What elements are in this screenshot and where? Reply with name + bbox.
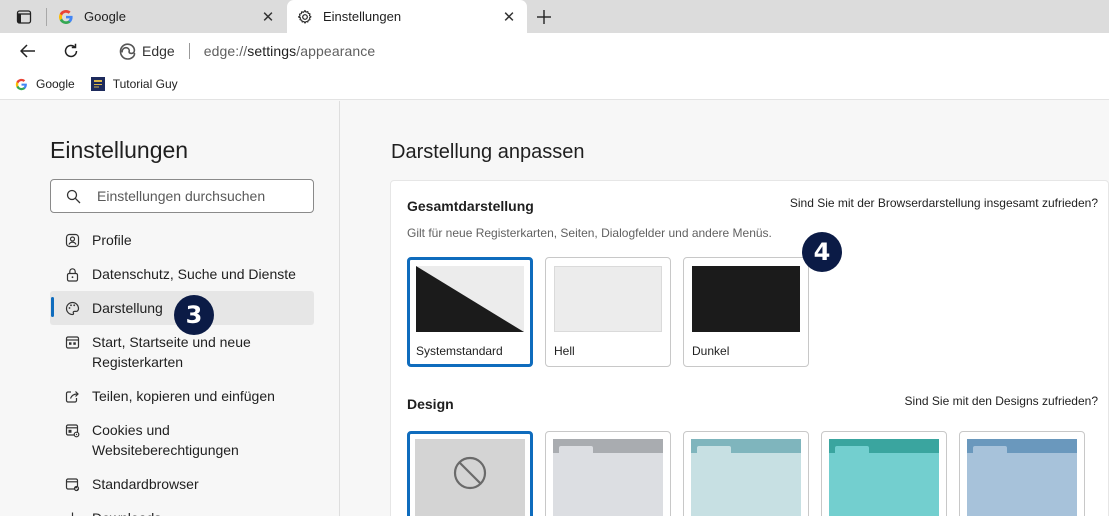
sidebar-item-share[interactable]: Teilen, kopieren und einfügen xyxy=(50,379,314,413)
url-text: edge://settings/appearance xyxy=(204,43,376,59)
address-separator xyxy=(188,43,190,59)
close-tab-icon[interactable]: ✕ xyxy=(497,5,521,29)
sidebar-item-label: Start, Startseite und neue Registerkarte… xyxy=(92,334,251,370)
overall-feedback-link[interactable]: Sind Sie mit der Browserdarstellung insg… xyxy=(790,196,1098,210)
google-g-icon xyxy=(58,9,74,25)
tab-strip: Google ✕ Einstellungen ✕ xyxy=(0,0,1109,33)
design-title: Design xyxy=(407,396,454,412)
sidebar-item-default-browser[interactable]: Standardbrowser xyxy=(50,467,314,501)
search-input[interactable] xyxy=(97,188,297,204)
teal-design-preview xyxy=(829,439,939,516)
toolbar: Edge edge://settings/appearance xyxy=(0,33,1109,69)
theme-option-light[interactable]: Hell xyxy=(545,257,671,367)
sidebar-item-label: Datenschutz, Suche und Dienste xyxy=(92,266,296,282)
no-entry-icon xyxy=(453,456,487,490)
sidebar-item-cookies[interactable]: Cookies und Websiteberechtigungen xyxy=(50,413,314,467)
address-bar[interactable]: Edge edge://settings/appearance xyxy=(100,36,1109,66)
design-option-blue[interactable] xyxy=(959,431,1085,516)
reload-button[interactable] xyxy=(57,37,85,65)
settings-nav: Profile Datenschutz, Suche und Dienste D… xyxy=(50,223,314,516)
overall-appearance-title: Gesamtdarstellung xyxy=(407,198,534,214)
dark-theme-preview xyxy=(692,266,800,332)
bookmarks-bar: Google Tutorial Guy xyxy=(0,69,1109,100)
sidebar-item-label: Standardbrowser xyxy=(92,476,199,492)
theme-option-label: Systemstandard xyxy=(416,344,503,358)
default-browser-icon xyxy=(64,476,80,492)
url-highlight: settings xyxy=(247,43,297,59)
design-feedback-link[interactable]: Sind Sie mit den Designs zufrieden? xyxy=(905,394,1098,408)
settings-search[interactable] xyxy=(50,179,314,213)
back-arrow-icon xyxy=(20,44,35,58)
design-option-grey[interactable] xyxy=(545,431,671,516)
bookmark-label: Google xyxy=(36,77,75,91)
system-theme-preview xyxy=(416,266,524,332)
tutorial-guy-icon xyxy=(90,77,105,91)
no-design-preview xyxy=(415,439,525,516)
download-icon xyxy=(64,510,80,516)
sidebar-item-start[interactable]: Start, Startseite und neue Registerkarte… xyxy=(50,325,314,379)
gear-icon xyxy=(297,9,313,25)
light-theme-preview xyxy=(554,266,662,332)
theme-option-label: Hell xyxy=(554,344,575,358)
cookies-icon xyxy=(64,422,80,438)
design-option-teal[interactable] xyxy=(821,431,947,516)
sidebar-item-privacy[interactable]: Datenschutz, Suche und Dienste xyxy=(50,257,314,291)
tab-einstellungen[interactable]: Einstellungen ✕ xyxy=(287,0,527,33)
tab-separator xyxy=(46,8,47,26)
reload-icon xyxy=(64,43,78,58)
tab-title: Google xyxy=(84,9,126,24)
theme-option-label: Dunkel xyxy=(692,344,730,358)
sidebar-item-label: Profile xyxy=(92,232,132,248)
step-badge-3: 3 xyxy=(174,295,214,335)
sidebar-item-label: Downloads xyxy=(92,508,161,516)
theme-option-dark[interactable]: Dunkel xyxy=(683,257,809,367)
sidebar-item-label: Cookies und Websiteberechtigungen xyxy=(92,422,239,458)
start-page-icon xyxy=(64,334,80,350)
search-icon xyxy=(65,188,81,204)
grey-design-preview xyxy=(553,439,663,516)
edge-label: Edge xyxy=(142,43,175,59)
plus-icon xyxy=(537,10,551,24)
settings-sidebar: Einstellungen Profile Datenschutz, Suche… xyxy=(0,101,340,516)
close-tab-icon[interactable]: ✕ xyxy=(256,5,280,29)
design-option-none[interactable] xyxy=(407,431,533,516)
profile-icon xyxy=(64,232,80,248)
sidebar-item-downloads[interactable]: Downloads xyxy=(50,501,314,516)
lock-icon xyxy=(64,266,80,282)
url-suffix: /appearance xyxy=(296,43,376,59)
tab-google[interactable]: Google ✕ xyxy=(48,0,286,33)
sidebar-item-profile[interactable]: Profile xyxy=(50,223,314,257)
sidebar-item-label: Darstellung xyxy=(92,300,163,316)
bookmark-google[interactable]: Google xyxy=(6,72,83,96)
palette-icon xyxy=(64,300,80,316)
appearance-card: Gesamtdarstellung Sind Sie mit der Brows… xyxy=(390,180,1109,516)
edge-logo-icon xyxy=(118,42,136,60)
sidebar-item-label: Teilen, kopieren und einfügen xyxy=(92,388,275,404)
tab-actions-icon xyxy=(16,10,32,24)
settings-main: Darstellung anpassen Gesamtdarstellung S… xyxy=(341,101,1109,516)
design-option-light-teal[interactable] xyxy=(683,431,809,516)
sidebar-title: Einstellungen xyxy=(50,137,189,163)
url-prefix: edge:// xyxy=(203,43,248,59)
tab-title: Einstellungen xyxy=(323,9,402,24)
blue-design-preview xyxy=(967,439,1077,516)
google-g-icon xyxy=(14,77,28,91)
tab-actions-button[interactable] xyxy=(8,5,40,29)
share-icon xyxy=(64,388,80,404)
bookmark-tutorial-guy[interactable]: Tutorial Guy xyxy=(83,72,186,96)
step-badge-4: 4 xyxy=(802,232,842,272)
theme-option-system[interactable]: Systemstandard xyxy=(407,257,533,367)
new-tab-button[interactable] xyxy=(531,4,557,30)
overall-appearance-description: Gilt für neue Registerkarten, Seiten, Di… xyxy=(407,226,772,240)
light-teal-design-preview xyxy=(691,439,801,516)
back-button[interactable] xyxy=(14,37,42,65)
page-title: Darstellung anpassen xyxy=(391,141,585,163)
bookmark-label: Tutorial Guy xyxy=(112,77,178,91)
